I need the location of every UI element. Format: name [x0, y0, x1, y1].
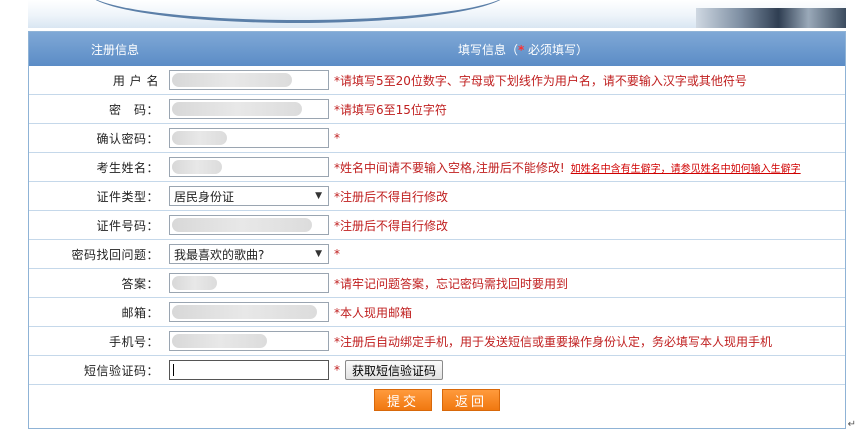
header-col-fill-info: 填写信息（* 必须填写）	[201, 41, 845, 58]
email-hint: *本人现用邮箱	[334, 305, 413, 320]
get-sms-code-button[interactable]: 获取短信验证码	[345, 360, 444, 380]
sms-code-label: 短信验证码：	[83, 363, 159, 378]
chevron-down-icon: ▼	[315, 191, 322, 201]
answer-label: 答案：	[121, 276, 159, 291]
top-banner	[28, 0, 846, 28]
email-label: 邮箱：	[121, 305, 159, 320]
username-hint: *请填写5至20位数字、字母或下划线作为用户名，请不要输入汉字或其他符号	[334, 73, 747, 88]
id-type-select[interactable]: 居民身份证 ▼	[169, 186, 329, 206]
submit-button[interactable]: 提交	[373, 389, 432, 411]
confirm-password-input[interactable]	[169, 128, 329, 148]
banner-building-image	[696, 8, 846, 28]
row-sms-code: 短信验证码： * 获取短信验证码	[29, 356, 845, 385]
id-number-hint: *注册后不得自行修改	[334, 218, 449, 233]
header-prefix: 填写信息（	[457, 42, 518, 57]
security-question-select[interactable]: 我最喜欢的歌曲? ▼	[169, 244, 329, 264]
row-candidate-name: 考生姓名： *姓名中间请不要输入空格,注册后不能修改! 如姓名中含有生僻字，请参…	[29, 153, 845, 182]
rare-character-help-link[interactable]: 如姓名中含有生僻字，请参见姓名中如何输入生僻字	[571, 160, 801, 175]
row-answer: 答案： *请牢记问题答案，忘记密码需找回时要用到	[29, 269, 845, 298]
id-number-input[interactable]	[169, 215, 329, 235]
row-confirm-password: 确认密码： *	[29, 124, 845, 153]
back-button[interactable]: 返回	[442, 389, 501, 411]
row-email: 邮箱： *本人现用邮箱	[29, 298, 845, 327]
candidate-name-input[interactable]	[169, 157, 329, 177]
registration-form: 注册信息 填写信息（* 必须填写） 用 户 名 *请填写5至20位数字、字母或下…	[28, 31, 846, 429]
header-suffix: 必须填写）	[524, 42, 589, 57]
id-type-value: 居民身份证	[174, 189, 235, 204]
candidate-name-hint: *姓名中间请不要输入空格,注册后不能修改!	[334, 160, 565, 175]
row-security-question: 密码找回问题： 我最喜欢的歌曲? ▼ *	[29, 240, 845, 269]
mobile-hint: *注册后自动绑定手机，用于发送短信或重要操作身份认定，务必填写本人现用手机	[334, 334, 773, 349]
row-username: 用 户 名 *请填写5至20位数字、字母或下划线作为用户名，请不要输入汉字或其他…	[29, 66, 845, 95]
return-mark-icon: ↵	[847, 419, 856, 430]
banner-swoosh	[88, 0, 508, 23]
security-question-label: 密码找回问题：	[71, 247, 159, 262]
confirm-password-label: 确认密码：	[96, 131, 159, 146]
id-number-label: 证件号码：	[96, 218, 159, 233]
username-input[interactable]	[169, 70, 329, 90]
row-mobile: 手机号： *注册后自动绑定手机，用于发送短信或重要操作身份认定，务必填写本人现用…	[29, 327, 845, 356]
password-input[interactable]	[169, 99, 329, 119]
mobile-input[interactable]	[169, 331, 329, 351]
id-type-label: 证件类型：	[96, 189, 159, 204]
action-buttons: 提交 返回	[29, 385, 845, 415]
header-col-register-info: 注册信息	[90, 42, 139, 57]
row-id-number: 证件号码： *注册后不得自行修改	[29, 211, 845, 240]
row-password: 密 码： *请填写6至15位字符	[29, 95, 845, 124]
email-input[interactable]	[169, 302, 329, 322]
id-type-hint: *注册后不得自行修改	[334, 189, 449, 204]
mobile-label: 手机号：	[108, 334, 159, 349]
sms-code-input[interactable]	[169, 360, 329, 380]
chevron-down-icon: ▼	[315, 249, 322, 259]
password-label: 密 码：	[108, 102, 159, 117]
security-question-value: 我最喜欢的歌曲?	[174, 247, 265, 262]
answer-input[interactable]	[169, 273, 329, 293]
form-header: 注册信息 填写信息（* 必须填写）	[29, 32, 845, 66]
sms-code-hint: *	[334, 363, 340, 377]
confirm-password-hint: *	[334, 131, 340, 145]
security-question-hint: *	[334, 247, 340, 261]
username-label: 用 户 名	[112, 73, 159, 88]
password-hint: *请填写6至15位字符	[334, 102, 447, 117]
candidate-name-label: 考生姓名：	[96, 160, 159, 175]
row-id-type: 证件类型： 居民身份证 ▼ *注册后不得自行修改	[29, 182, 845, 211]
answer-hint: *请牢记问题答案，忘记密码需找回时要用到	[334, 276, 569, 291]
